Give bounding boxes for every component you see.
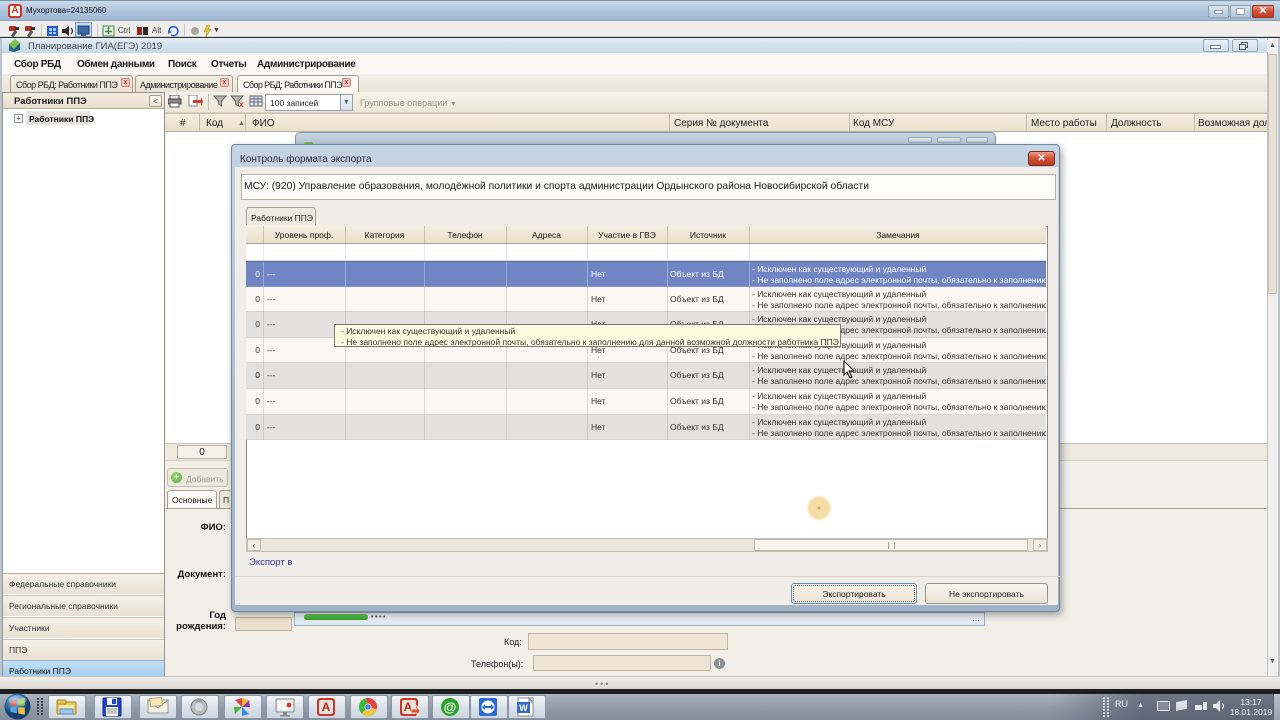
svg-text:W: W (519, 703, 528, 713)
svg-text:@: @ (444, 700, 457, 715)
svg-text:x: x (239, 100, 244, 108)
svg-text:A: A (322, 700, 331, 714)
